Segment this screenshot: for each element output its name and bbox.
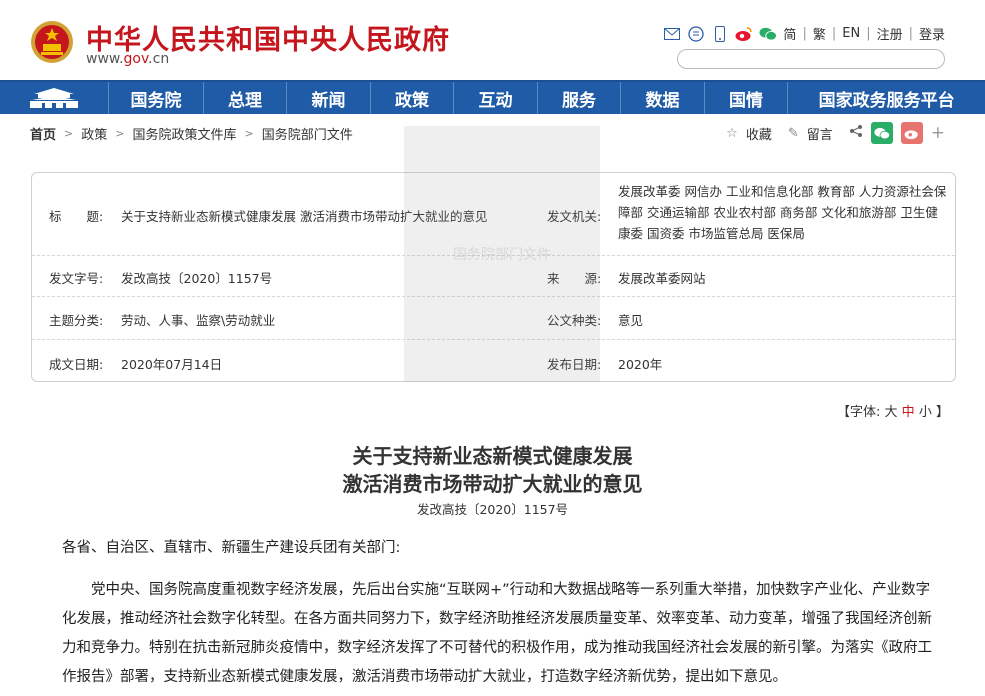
url-gov: gov (123, 51, 149, 67)
breadcrumb: 首页 > 政策 > 国务院政策文件库 > 国务院部门文件 (30, 124, 353, 143)
watermark-overlay: 国务院部门文件 (404, 126, 600, 382)
url-prefix: www. (86, 51, 124, 67)
national-emblem-icon[interactable] (30, 20, 74, 64)
message-icon[interactable] (687, 25, 705, 43)
mobile-icon[interactable] (711, 25, 729, 43)
search-input[interactable] (677, 49, 945, 69)
date-value: 2020年07月14日 (121, 357, 223, 372)
nav-item-data[interactable]: 数据 (621, 82, 705, 114)
document-title-line1: 关于支持新业态新模式健康发展 (352, 444, 633, 468)
star-icon[interactable]: ☆ (726, 126, 738, 141)
top-links: 简 | 繁 | EN | 注册 | 登录 (663, 24, 945, 43)
doc-type-value: 意见 (618, 313, 644, 328)
login-link[interactable]: 登录 (919, 24, 945, 43)
document-paragraph: 党中央、国务院高度重视数字经济发展，先后出台实施“互联网+”行动和大数据战略等一… (62, 582, 932, 685)
breadcrumb-policy[interactable]: 政策 (81, 124, 107, 143)
docno-label: 发文字号: (49, 271, 104, 286)
document-title-line2: 激活消费市场带动扩大就业的意见 (342, 472, 643, 496)
nav-item-services[interactable]: 服务 (538, 82, 622, 114)
document-number: 发改高技〔2020〕1157号 (416, 502, 569, 517)
more-share-button[interactable]: + (931, 123, 945, 143)
docno-value: 发改高技〔2020〕1157号 (121, 271, 273, 286)
tiananmen-icon (30, 88, 79, 108)
nav-item-state-council[interactable]: 国务院 (109, 82, 204, 114)
title-label: 标 题: (49, 209, 104, 224)
chevron-right-icon: > (115, 127, 125, 140)
font-size-medium-button[interactable]: 中 (902, 405, 915, 420)
weibo-icon[interactable] (735, 25, 753, 43)
wechat-icon[interactable] (759, 25, 778, 43)
breadcrumb-policy-library[interactable]: 国务院政策文件库 (132, 124, 236, 143)
font-size-suffix: 】 (935, 405, 949, 420)
pen-icon[interactable]: ✎ (788, 126, 799, 141)
lang-english-link[interactable]: EN (842, 26, 860, 41)
category-label: 主题分类: (49, 313, 104, 328)
breadcrumb-department-docs[interactable]: 国务院部门文件 (262, 124, 353, 143)
breadcrumb-home[interactable]: 首页 (30, 124, 56, 143)
divider: | (866, 26, 871, 41)
issuer-value: 发展改革委 网信办 工业和信息化部 教育部 人力资源社会保障部 交通运输部 农业… (618, 184, 947, 241)
message-button[interactable]: 留言 (807, 124, 833, 143)
font-size-large-button[interactable]: 大 (885, 405, 898, 420)
publish-date-value: 2020年 (618, 357, 663, 372)
mail-icon[interactable] (663, 25, 681, 43)
divider: | (802, 26, 807, 41)
chevron-right-icon: > (64, 127, 74, 140)
lang-traditional-link[interactable]: 繁 (813, 24, 826, 43)
page-tools: ☆ 收藏 ✎ 留言 + (726, 122, 945, 144)
main-nav: 国务院 总理 新闻 政策 互动 服务 数据 国情 国家政务服务平台 (0, 80, 985, 114)
nav-home[interactable] (0, 82, 110, 114)
document-salutation: 各省、自治区、直辖市、新疆生产建设兵团有关部门: (62, 540, 401, 556)
share-icon[interactable] (849, 124, 863, 142)
register-link[interactable]: 注册 (877, 24, 903, 43)
category-value: 劳动、人事、监察\劳动就业 (121, 313, 276, 328)
chevron-right-icon: > (244, 127, 254, 140)
nav-item-premier[interactable]: 总理 (204, 82, 288, 114)
divider: | (831, 26, 837, 41)
nav-item-national-info[interactable]: 国情 (705, 82, 789, 114)
favorite-button[interactable]: 收藏 (746, 124, 772, 143)
font-size-small-button[interactable]: 小 (919, 405, 932, 420)
font-size-control: 【字体: 大 中 小 】 (837, 401, 949, 420)
wechat-share-icon[interactable] (870, 122, 893, 144)
lang-simplified-link[interactable]: 简 (783, 24, 796, 43)
date-label: 成文日期: (49, 357, 104, 372)
url-suffix: .cn (148, 51, 170, 67)
nav-item-news[interactable]: 新闻 (287, 82, 371, 114)
nav-item-policy[interactable]: 政策 (371, 82, 455, 114)
nav-item-interaction[interactable]: 互动 (454, 82, 538, 114)
weibo-share-icon[interactable] (900, 122, 923, 144)
site-header: 中华人民共和国中央人民政府 www.gov.cn 简 | 繁 | EN | 注册… (0, 0, 985, 80)
font-size-prefix: 【字体: (836, 405, 881, 420)
nav-item-service-platform[interactable]: 国家政务服务平台 (788, 82, 985, 114)
divider: | (908, 26, 913, 41)
source-value: 发展改革委网站 (618, 271, 706, 286)
site-url[interactable]: www.gov.cn (86, 51, 169, 67)
